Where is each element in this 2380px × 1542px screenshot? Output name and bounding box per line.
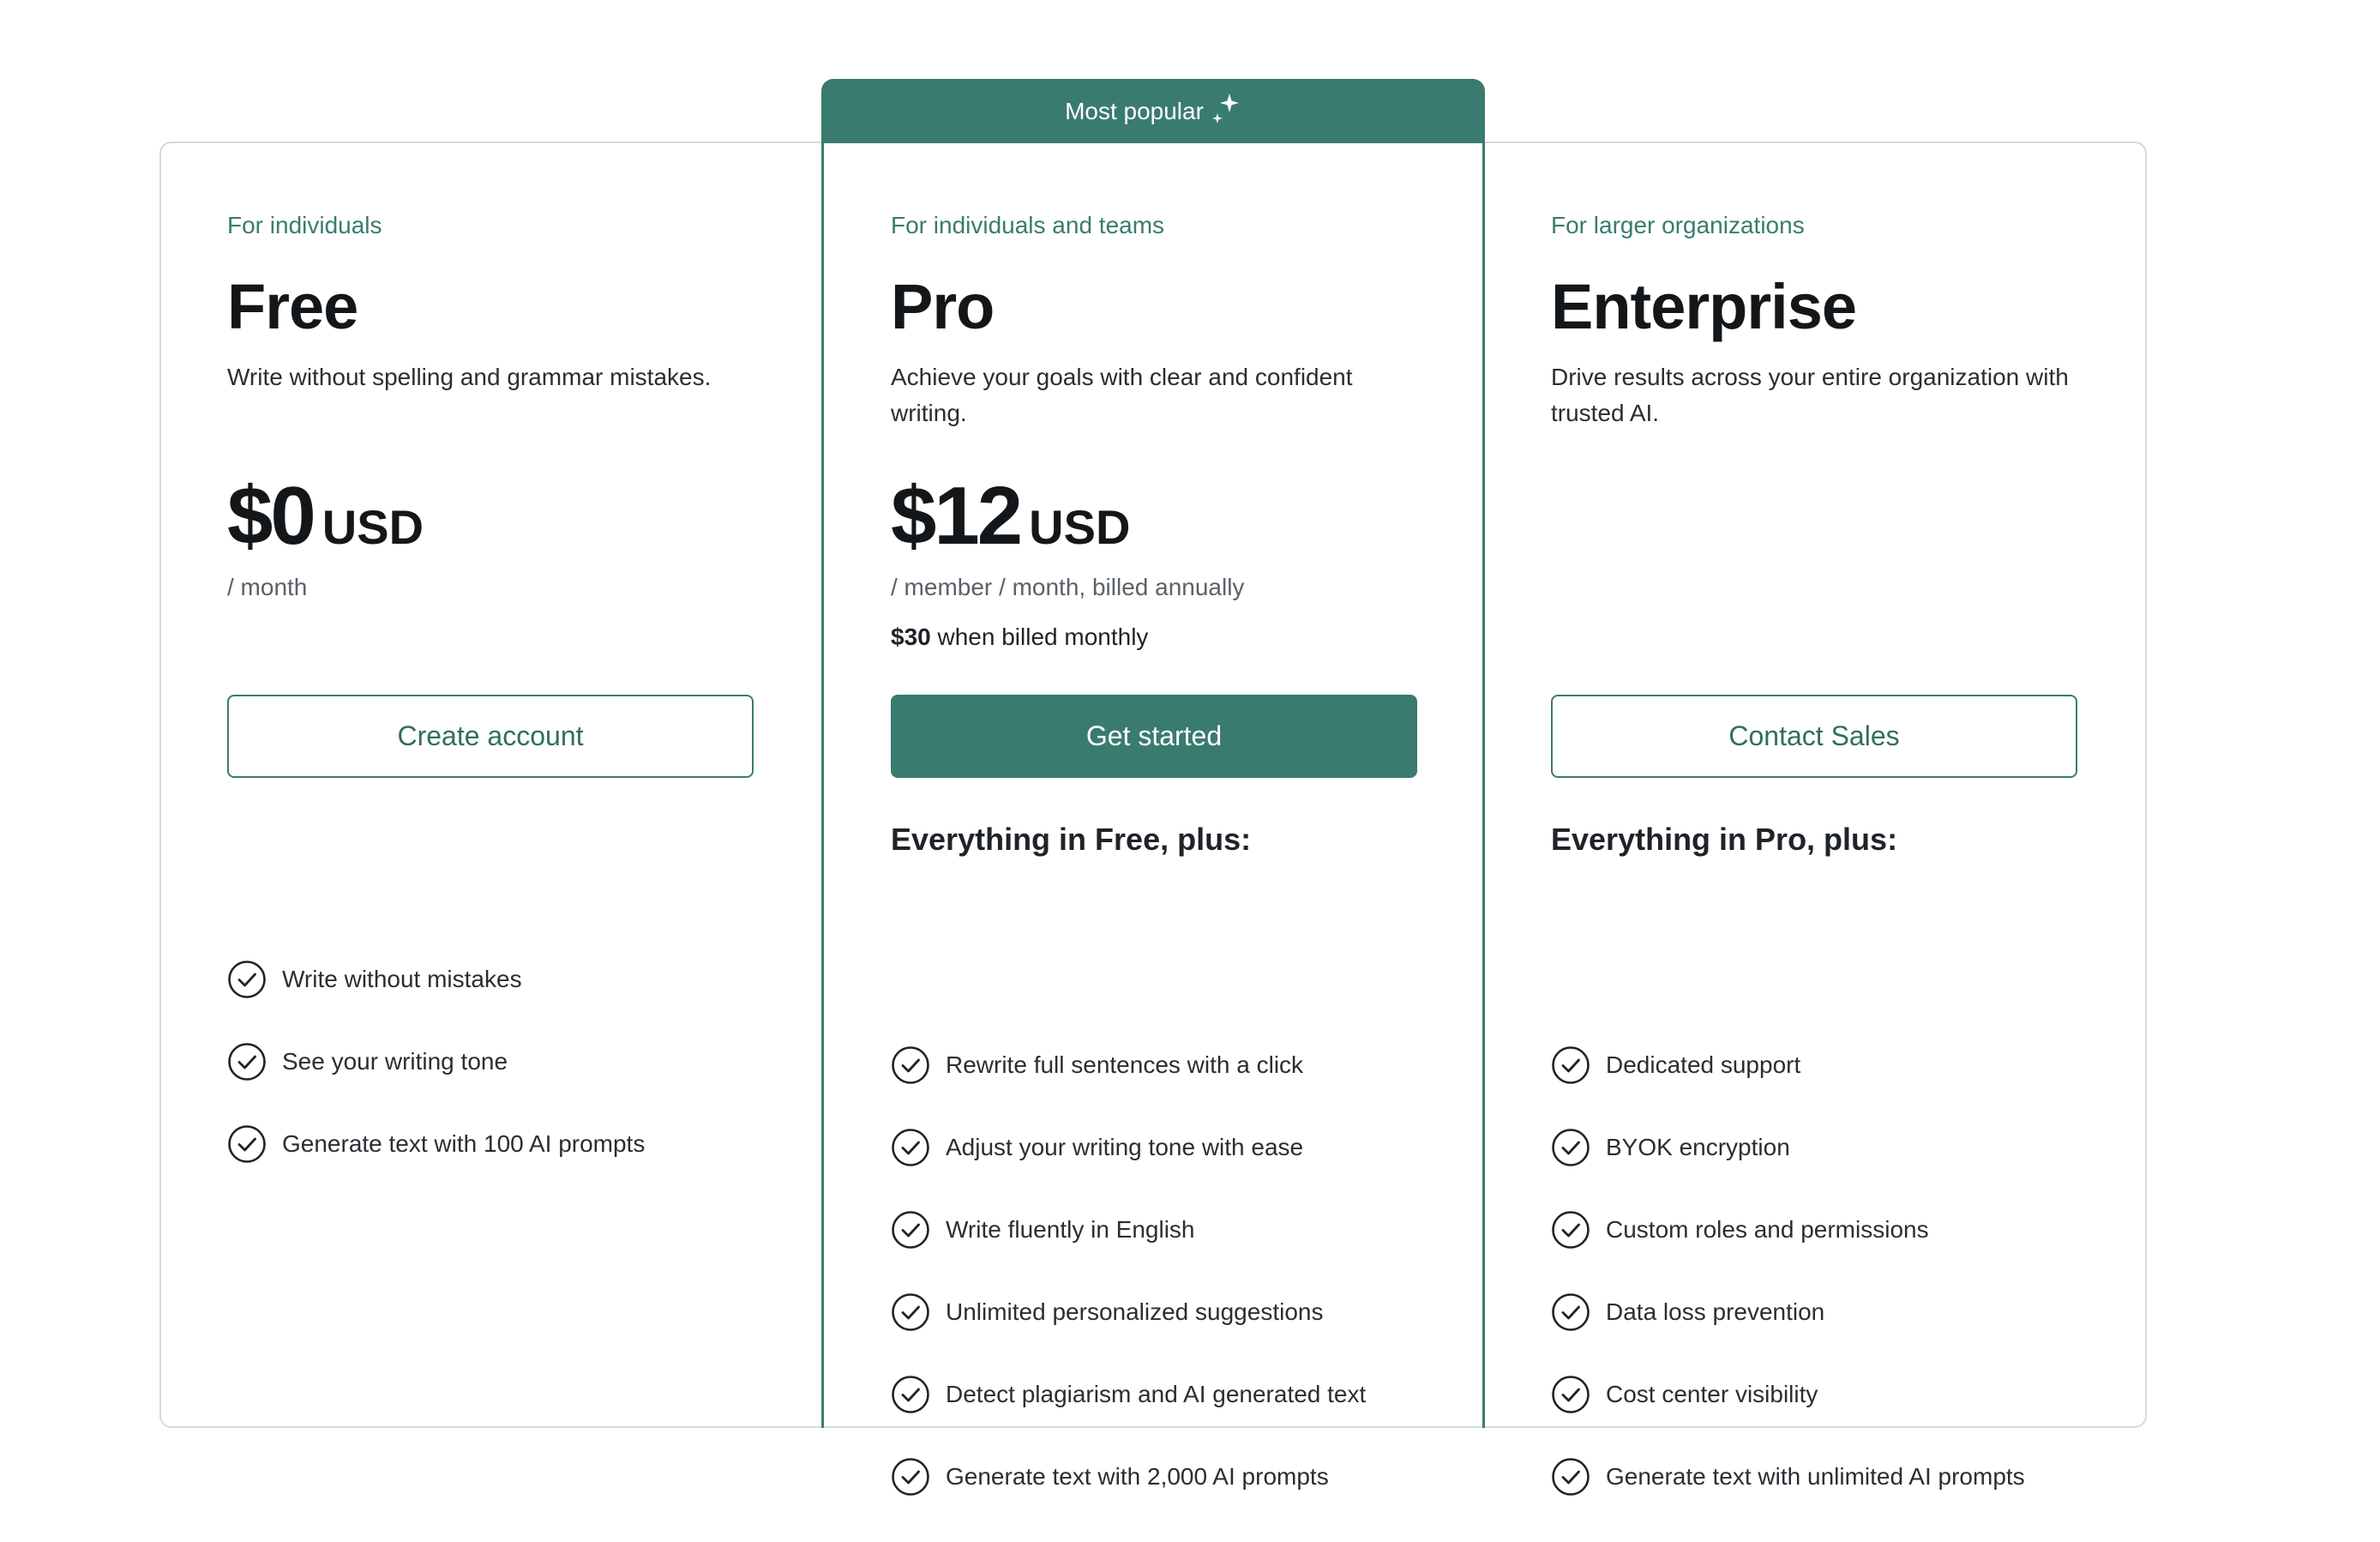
features-heading: Everything in Free, plus: — [891, 822, 1252, 857]
feature-label: Write fluently in English — [946, 1216, 1195, 1243]
sparkle-icon — [1211, 91, 1241, 131]
check-circle-icon — [891, 1375, 930, 1414]
monthly-text: when billed monthly — [930, 623, 1149, 650]
create-account-button[interactable]: Create account — [227, 695, 754, 778]
feature-label: Detect plagiarism and AI generated text — [946, 1381, 1367, 1407]
price-period: / member / month, billed annually — [891, 574, 1245, 600]
plan-description: Achieve your goals with clear and confid… — [891, 364, 1353, 426]
feature-label: Generate text with unlimited AI prompts — [1606, 1463, 2025, 1490]
feature-label: Write without mistakes — [282, 966, 522, 992]
get-started-button[interactable]: Get started — [891, 695, 1417, 778]
plan-description: Write without spelling and grammar mista… — [227, 364, 712, 390]
plan-description: Drive results across your entire organiz… — [1551, 364, 2069, 426]
feature-item: Generate text with 2,000 AI prompts — [891, 1457, 1366, 1542]
plan-audience: For larger organizations — [1551, 212, 1805, 238]
plan-audience: For individuals — [227, 212, 382, 238]
feature-item: Unlimited personalized suggestions — [891, 1292, 1366, 1377]
price-currency: USD — [322, 500, 424, 554]
plan-free: For individuals Free Write without spell… — [161, 142, 821, 1428]
plan-price: $12 USD — [891, 469, 1130, 563]
check-circle-icon — [1551, 1375, 1590, 1414]
feature-item: Dedicated support — [1551, 1045, 2025, 1130]
most-popular-badge: Most popular — [821, 79, 1485, 143]
check-circle-icon — [1551, 1045, 1590, 1085]
plan-name: Pro — [891, 271, 995, 342]
check-circle-icon — [891, 1457, 930, 1497]
feature-list: Write without mistakes See your writing … — [227, 960, 646, 1209]
check-circle-icon — [227, 960, 267, 999]
check-circle-icon — [1551, 1292, 1590, 1332]
feature-label: Rewrite full sentences with a click — [946, 1051, 1304, 1078]
check-circle-icon — [1551, 1128, 1590, 1167]
feature-item: BYOK encryption — [1551, 1128, 2025, 1213]
feature-label: Dedicated support — [1606, 1051, 1801, 1078]
check-circle-icon — [1551, 1457, 1590, 1497]
feature-label: Unlimited personalized suggestions — [946, 1298, 1324, 1325]
check-circle-icon — [891, 1210, 930, 1250]
price-amount: $0 — [227, 470, 316, 562]
feature-item: Detect plagiarism and AI generated text — [891, 1375, 1367, 1460]
feature-item: Write fluently in English — [891, 1210, 1366, 1295]
feature-item: Data loss prevention — [1551, 1292, 2025, 1377]
plan-price: $0 USD — [227, 469, 424, 563]
feature-list: Dedicated support BYOK encryption Custom… — [1551, 1045, 2025, 1542]
feature-label: Generate text with 100 AI prompts — [282, 1130, 646, 1157]
monthly-amount: $30 — [891, 623, 931, 650]
contact-sales-button[interactable]: Contact Sales — [1551, 695, 2077, 778]
most-popular-label: Most popular — [1065, 97, 1204, 124]
feature-label: Data loss prevention — [1606, 1298, 1825, 1325]
feature-item: Generate text with 100 AI prompts — [227, 1124, 646, 1209]
feature-item: Cost center visibility — [1551, 1375, 2025, 1460]
plan-pro: For individuals and teams Pro Achieve yo… — [821, 142, 1485, 1496]
feature-item: See your writing tone — [227, 1042, 645, 1127]
price-period: / month — [227, 574, 308, 600]
feature-label: Generate text with 2,000 AI prompts — [946, 1463, 1329, 1490]
feature-label: Custom roles and permissions — [1606, 1216, 1929, 1243]
feature-item: Custom roles and permissions — [1551, 1210, 2025, 1295]
monthly-price-note: $30 when billed monthly — [891, 623, 1148, 651]
feature-label: See your writing tone — [282, 1048, 508, 1075]
features-heading: Everything in Pro, plus: — [1551, 822, 1898, 857]
feature-item: Generate text with unlimited AI prompts — [1551, 1457, 2025, 1542]
plan-name: Enterprise — [1551, 271, 1857, 342]
feature-label: BYOK encryption — [1606, 1134, 1790, 1160]
plan-enterprise: For larger organizations Enterprise Driv… — [1485, 142, 2145, 1496]
price-currency: USD — [1029, 500, 1131, 554]
check-circle-icon — [891, 1128, 930, 1167]
plan-name: Free — [227, 271, 358, 342]
feature-label: Adjust your writing tone with ease — [946, 1134, 1304, 1160]
check-circle-icon — [891, 1045, 930, 1085]
plan-audience: For individuals and teams — [891, 212, 1165, 238]
check-circle-icon — [227, 1124, 267, 1164]
check-circle-icon — [891, 1292, 930, 1332]
feature-item: Rewrite full sentences with a click — [891, 1045, 1366, 1130]
price-amount: $12 — [891, 470, 1023, 562]
check-circle-icon — [227, 1042, 267, 1081]
feature-list: Rewrite full sentences with a click Adju… — [891, 1045, 1367, 1542]
check-circle-icon — [1551, 1210, 1590, 1250]
feature-label: Cost center visibility — [1606, 1381, 1818, 1407]
feature-item: Write without mistakes — [227, 960, 645, 1045]
feature-item: Adjust your writing tone with ease — [891, 1128, 1366, 1213]
